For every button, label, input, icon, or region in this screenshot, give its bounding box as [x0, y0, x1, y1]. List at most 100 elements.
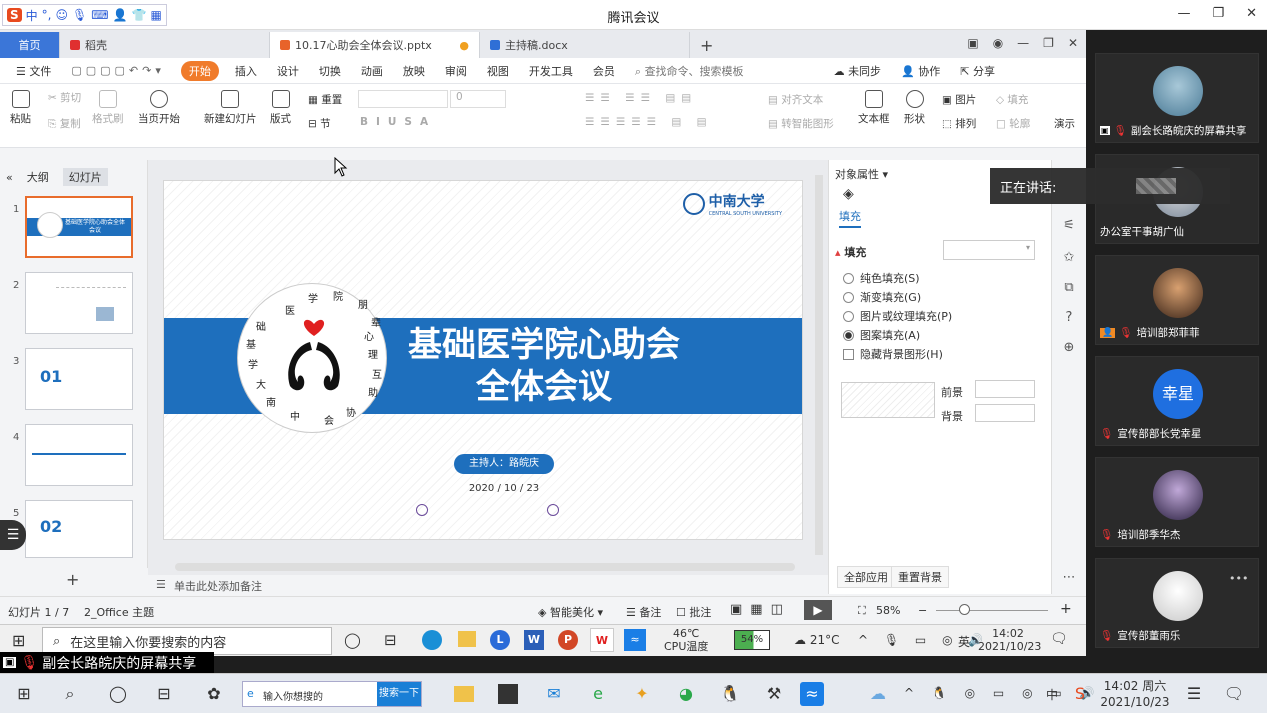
present-button[interactable]: 演示 — [1054, 116, 1075, 131]
tab-docer[interactable]: 稻壳 — [60, 32, 270, 58]
fill-button[interactable]: ◇ 填充 — [996, 92, 1028, 107]
slide-date[interactable]: 2020 / 10 / 23 — [454, 483, 554, 494]
word-app-icon[interactable]: W — [524, 630, 544, 650]
fill-type-select[interactable]: ▾ — [943, 240, 1035, 260]
task-view-icon[interactable]: ⊟ — [152, 682, 176, 706]
task-view-icon[interactable]: ⊟ — [384, 631, 397, 649]
menu-start[interactable]: 开始 — [180, 60, 219, 81]
pattern-select[interactable] — [841, 382, 935, 418]
align-buttons[interactable]: ☰☰☰☰☰ ▤ ▤ — [585, 116, 713, 128]
outer-search-box[interactable]: e 输入你想搜的 搜索一下 — [242, 681, 422, 707]
hide-bg-checkbox[interactable]: 隐藏背景图形(H) — [843, 346, 943, 362]
zoom-slider-thumb[interactable] — [959, 604, 970, 615]
zoom-slider[interactable] — [936, 610, 1048, 611]
outer-search-button[interactable]: 搜索一下 — [377, 682, 421, 706]
reset-button[interactable]: ▦ 重置 — [308, 92, 342, 107]
notes-button[interactable]: ☰ 备注 — [626, 604, 661, 620]
account-icon[interactable]: ◉ — [993, 36, 1003, 50]
command-search[interactable]: ⌕ 查找命令、搜索模板 — [625, 63, 754, 79]
radio-gradient-fill[interactable]: 渐变填充(G) — [843, 289, 921, 305]
comment-button[interactable]: ☐ 批注 — [676, 604, 711, 620]
input-language[interactable]: 中 — [1046, 686, 1058, 703]
new-tab-button[interactable]: + — [690, 32, 723, 58]
more-options-button[interactable]: ••• — [1229, 572, 1248, 585]
fg-color-select[interactable] — [975, 380, 1035, 398]
windows-start-icon[interactable]: ⊞ — [12, 631, 25, 650]
tab-home[interactable]: 首页 — [0, 32, 60, 58]
slide-thumb-4[interactable] — [25, 424, 133, 486]
tab-pptx[interactable]: 10.17心助会全体会议.pptx ● — [270, 32, 480, 58]
slide[interactable]: 中南大学 CENTRAL SOUTH UNIVERSITY 医 学 院 朋 辈 … — [163, 180, 803, 540]
quick-access-icons[interactable]: ▢▢▢▢↶↷▾ — [61, 64, 175, 77]
play-slideshow-button[interactable]: ▶ — [804, 600, 832, 620]
bg-color-select[interactable] — [975, 404, 1035, 422]
play-from-current-button[interactable]: 当页开始 — [138, 90, 180, 126]
font-size-select[interactable]: 0 — [450, 90, 506, 108]
action-center-icon[interactable]: ☰ — [1182, 682, 1206, 706]
menu-review[interactable]: 审阅 — [435, 63, 477, 79]
ie-browser-icon[interactable]: e — [586, 682, 610, 706]
zoom-in-button[interactable]: + — [1060, 601, 1072, 617]
inner-clock[interactable]: 14:02 2021/10/23 — [978, 627, 1041, 653]
tab-docx[interactable]: 主持稿.docx — [480, 32, 690, 58]
sync-button[interactable]: ☁ 未同步 — [824, 63, 892, 79]
window-layout-icon[interactable]: ▣ — [967, 36, 978, 50]
paste-button[interactable]: 粘贴 — [10, 90, 31, 126]
panel-header[interactable]: 对象属性 ▾ — [835, 166, 888, 182]
copy-icon[interactable]: ⧉ — [1060, 280, 1078, 298]
pin-icon[interactable]: ✩ — [1060, 250, 1078, 268]
font-style-buttons[interactable]: BIUSA — [360, 116, 436, 128]
slide-hscroll[interactable] — [175, 563, 795, 571]
fit-icon[interactable]: ⛶ — [858, 604, 866, 618]
wps-restore-button[interactable]: ❐ — [1043, 36, 1054, 50]
format-painter-button[interactable]: 格式刷 — [92, 90, 124, 126]
new-slide-button[interactable]: 新建幻灯片 — [204, 90, 257, 126]
radio-solid-fill[interactable]: 纯色填充(S) — [843, 270, 920, 286]
radio-picture-fill[interactable]: 图片或纹理填充(P) — [843, 308, 952, 324]
slide-thumb-2[interactable] — [25, 272, 133, 334]
edge-icon[interactable] — [422, 630, 442, 650]
reset-bg-button[interactable]: 重置背景 — [891, 566, 949, 588]
outer-clock[interactable]: 14:02 周六 2021/10/23 — [1098, 678, 1172, 710]
zoom-out-button[interactable]: − — [918, 604, 927, 617]
view-buttons[interactable]: ▣▦◫ — [730, 602, 791, 617]
menu-animation[interactable]: 动画 — [351, 63, 393, 79]
participant-card[interactable]: ▣ 🎙 副会长路皖庆的屏幕共享 — [1095, 53, 1259, 143]
backup-icon[interactable]: ⊕ — [1060, 340, 1078, 358]
windows-start-icon[interactable]: ⊞ — [12, 682, 36, 706]
shape-button[interactable]: 形状 — [904, 90, 925, 126]
more-icon[interactable]: ⋯ — [1060, 570, 1078, 588]
wps-app-icon[interactable]: W — [590, 628, 614, 652]
store-icon[interactable] — [498, 684, 518, 704]
close-button[interactable]: ✕ — [1246, 6, 1257, 21]
notes-bar[interactable]: ☰ 单击此处添加备注 — [148, 575, 828, 595]
selection-handle-icon[interactable] — [547, 504, 559, 516]
fill-bucket-icon[interactable]: ◈ — [843, 186, 854, 202]
smart-graphic-button[interactable]: ▤ 转智能图形 — [768, 116, 834, 131]
battery-indicator[interactable]: 54% — [734, 630, 770, 650]
radio-pattern-fill[interactable]: 图案填充(A) — [843, 327, 920, 343]
host-badge[interactable]: 主持人：路皖庆 — [454, 454, 554, 474]
menu-insert[interactable]: 插入 — [225, 63, 267, 79]
mail-icon[interactable]: ✉ — [542, 682, 566, 706]
tencent-meeting-app-icon[interactable]: ≈ — [800, 682, 824, 706]
align-text-button[interactable]: ▤ 对齐文本 — [768, 92, 823, 107]
wechat-icon[interactable]: ◕ — [674, 682, 698, 706]
cloud-icon[interactable]: ☁ — [866, 682, 890, 706]
collab-button[interactable]: 👤 协作 — [891, 63, 950, 79]
powerpoint-app-icon[interactable]: P — [558, 630, 578, 650]
participant-card[interactable]: 👤 🎙 培训部郑菲菲 — [1095, 255, 1259, 345]
qq-icon[interactable]: 🐧 — [718, 682, 742, 706]
weather-widget[interactable]: ☁ 21°C — [794, 633, 839, 647]
slide-vscroll[interactable] — [815, 175, 823, 555]
apply-all-button[interactable]: 全部应用 — [837, 566, 895, 588]
slide-thumb-3[interactable]: 01 — [25, 348, 133, 410]
input-language[interactable]: 英 — [958, 633, 970, 650]
slide-title[interactable]: 基础医学院心助会 全体会议 — [394, 324, 694, 408]
textbox-button[interactable]: 文本框 — [858, 90, 890, 126]
slide-thumb-5[interactable]: 02 — [25, 500, 133, 558]
menu-slideshow[interactable]: 放映 — [393, 63, 435, 79]
participant-card[interactable]: 🎙 培训部季华杰 — [1095, 457, 1259, 547]
arrange-button[interactable]: ⬚ 排列 — [942, 116, 976, 131]
wps-close-button[interactable]: ✕ — [1068, 36, 1078, 50]
